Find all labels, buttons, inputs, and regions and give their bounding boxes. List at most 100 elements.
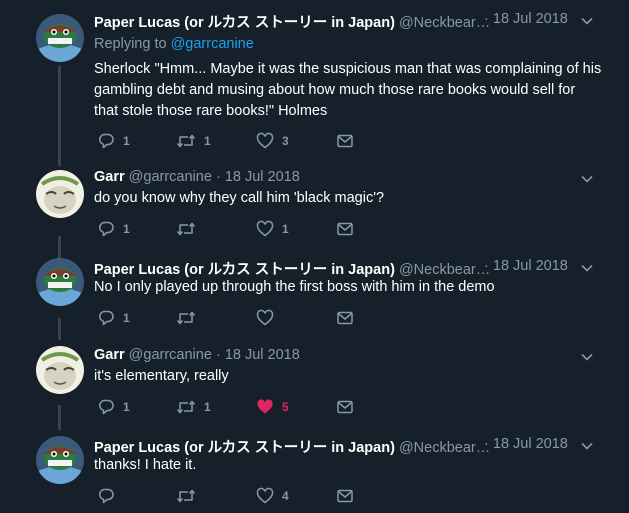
tweet-text: it's elementary, really xyxy=(94,366,604,387)
like-count: 4 xyxy=(282,489,289,503)
direct-message-button[interactable] xyxy=(336,219,354,239)
user-handle[interactable]: @Neckbear… xyxy=(399,15,490,31)
tweet-date[interactable]: 18 Jul 2018 xyxy=(493,258,568,274)
separator-dot: · xyxy=(484,436,489,452)
message-icon xyxy=(337,311,353,325)
reply-count: 1 xyxy=(123,400,130,414)
like-button[interactable] xyxy=(256,308,282,328)
tweet-header: Garr @garrcanine · 18 Jul 2018 xyxy=(94,169,300,185)
tweet-date[interactable]: 18 Jul 2018 xyxy=(493,11,568,27)
tweet[interactable]: Paper Lucas (or ルカス ストーリー in Japan) @Nec… xyxy=(0,250,629,340)
avatar[interactable] xyxy=(36,14,84,62)
reply-count: 1 xyxy=(123,311,130,325)
direct-message-button[interactable] xyxy=(336,397,354,417)
reply-button[interactable] xyxy=(97,486,123,506)
heart-icon xyxy=(256,220,274,237)
tweet-header: Paper Lucas (or ルカス ストーリー in Japan) @Nec… xyxy=(94,258,490,279)
message-icon xyxy=(337,134,353,148)
like-count: 5 xyxy=(282,400,289,414)
tweet-text-line: gambling debt and musing about how much … xyxy=(94,82,576,98)
reply-icon xyxy=(98,221,114,237)
chevron-down-icon[interactable] xyxy=(580,14,594,28)
tweet-date[interactable]: 18 Jul 2018 xyxy=(225,169,300,185)
retweet-button[interactable] xyxy=(176,486,204,506)
tweet-header: Paper Lucas (or ルカス ストーリー in Japan) @Nec… xyxy=(94,11,490,32)
tweet-date-wrap: · 18 Jul 2018 xyxy=(484,258,568,274)
display-name[interactable]: Paper Lucas (or ルカス ストーリー in Japan) xyxy=(94,262,395,278)
retweet-icon xyxy=(176,134,196,148)
reply-button[interactable]: 1 xyxy=(97,219,130,239)
tweet-text: No I only played up through the first bo… xyxy=(94,277,604,298)
like-button[interactable]: 4 xyxy=(256,486,289,506)
chevron-down-icon[interactable] xyxy=(580,172,594,186)
tweet-date[interactable]: 18 Jul 2018 xyxy=(493,436,568,452)
tweet-date-wrap: · 18 Jul 2018 xyxy=(484,11,568,27)
retweet-icon xyxy=(176,400,196,414)
display-name[interactable]: Paper Lucas (or ルカス ストーリー in Japan) xyxy=(94,15,395,31)
tweet[interactable]: Paper Lucas (or ルカス ストーリー in Japan) @Nec… xyxy=(0,428,629,513)
tweet[interactable]: Garr @garrcanine · 18 Jul 2018 do you kn… xyxy=(0,168,629,250)
heart-icon xyxy=(256,132,274,149)
retweet-button[interactable]: 1 xyxy=(176,131,211,151)
tweet-date[interactable]: 18 Jul 2018 xyxy=(225,347,300,363)
heart-icon xyxy=(256,309,274,326)
separator-dot: · xyxy=(484,258,489,274)
like-button[interactable]: 3 xyxy=(256,131,289,151)
like-count: 3 xyxy=(282,134,289,148)
tweet[interactable]: Garr @garrcanine · 18 Jul 2018 it's elem… xyxy=(0,340,629,428)
user-handle[interactable]: @garrcanine xyxy=(129,169,212,185)
reply-button[interactable]: 1 xyxy=(97,308,130,328)
direct-message-button[interactable] xyxy=(336,308,354,328)
replying-handle-link[interactable]: @garrcanine xyxy=(171,36,254,52)
reply-icon xyxy=(98,133,114,149)
like-count: 1 xyxy=(282,222,289,236)
user-handle[interactable]: @Neckbear… xyxy=(399,262,490,278)
like-button[interactable]: 5 xyxy=(256,397,289,417)
retweet-button[interactable] xyxy=(176,308,204,328)
tweet-text: do you know why they call him 'black mag… xyxy=(94,188,604,209)
tweet-date-wrap: · 18 Jul 2018 xyxy=(484,436,568,452)
tweet-text-line: thanks! I hate it. xyxy=(94,457,197,473)
tweet-actions: 1 1 3 xyxy=(94,131,374,151)
retweet-count: 1 xyxy=(204,400,211,414)
like-button[interactable]: 1 xyxy=(256,219,289,239)
heart-icon xyxy=(256,487,274,504)
tweet-actions: 1 xyxy=(94,308,374,328)
avatar[interactable] xyxy=(36,170,84,218)
chevron-down-icon[interactable] xyxy=(580,350,594,364)
reply-icon xyxy=(98,399,114,415)
reply-button[interactable]: 1 xyxy=(97,131,130,151)
reply-count: 1 xyxy=(123,134,130,148)
message-icon xyxy=(337,222,353,236)
separator-dot: · xyxy=(215,347,221,363)
display-name[interactable]: Paper Lucas (or ルカス ストーリー in Japan) xyxy=(94,440,395,456)
tweet[interactable]: Paper Lucas (or ルカス ストーリー in Japan) @Nec… xyxy=(0,0,629,168)
avatar[interactable] xyxy=(36,258,84,306)
reply-button[interactable]: 1 xyxy=(97,397,130,417)
retweet-icon xyxy=(176,311,196,325)
retweet-button[interactable] xyxy=(176,219,204,239)
avatar[interactable] xyxy=(36,436,84,484)
chevron-down-icon[interactable] xyxy=(580,261,594,275)
retweet-button[interactable]: 1 xyxy=(176,397,211,417)
display-name[interactable]: Garr xyxy=(94,347,125,363)
user-handle[interactable]: @garrcanine xyxy=(129,347,212,363)
reply-icon xyxy=(98,310,114,326)
display-name[interactable]: Garr xyxy=(94,169,125,185)
chevron-down-icon[interactable] xyxy=(580,439,594,453)
separator-dot: · xyxy=(215,169,221,185)
tweet-text-line: it's elementary, really xyxy=(94,368,229,384)
direct-message-button[interactable] xyxy=(336,131,354,151)
direct-message-button[interactable] xyxy=(336,486,354,506)
retweet-icon xyxy=(176,489,196,503)
tweet-actions: 1 1 5 xyxy=(94,397,374,417)
tweet-text-line: that stole those rare books!" Holmes xyxy=(94,103,328,119)
replying-prefix: Replying to xyxy=(94,36,171,52)
user-handle[interactable]: @Neckbear… xyxy=(399,440,490,456)
avatar[interactable] xyxy=(36,346,84,394)
replying-to: Replying to @garrcanine xyxy=(94,36,254,52)
retweet-count: 1 xyxy=(204,134,211,148)
tweet-text-line: No I only played up through the first bo… xyxy=(94,279,495,295)
retweet-icon xyxy=(176,222,196,236)
tweet-actions: 4 xyxy=(94,486,374,506)
